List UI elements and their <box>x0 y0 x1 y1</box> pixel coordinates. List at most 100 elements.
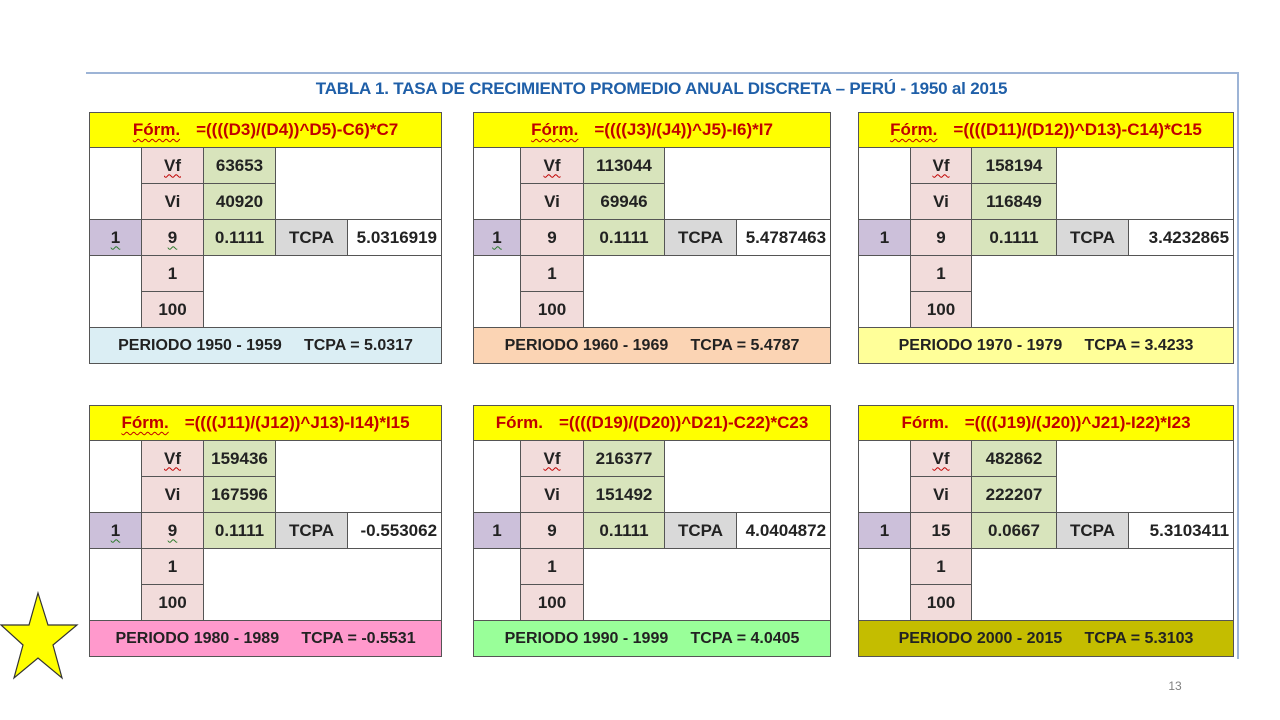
tcpa-label[interactable]: TCPA <box>664 512 737 549</box>
vi-label[interactable]: Vi <box>520 476 584 513</box>
n-value[interactable]: 1 <box>858 512 911 549</box>
hundred-value[interactable]: 100 <box>910 291 972 328</box>
period-summary[interactable]: PERIODO 1980 - 1989 TCPA = -0.5531 <box>88 620 443 657</box>
years-value[interactable]: 9 <box>141 512 204 549</box>
blank-cell[interactable] <box>202 548 443 621</box>
exponent-value[interactable]: 0.1111 <box>203 512 276 549</box>
vf-label[interactable]: Vf <box>910 147 972 184</box>
tcpa-value[interactable]: 5.3103411 <box>1127 512 1235 549</box>
blank-cell[interactable] <box>1055 147 1235 220</box>
years-value[interactable]: 15 <box>910 512 972 549</box>
years-value[interactable]: 9 <box>910 219 972 256</box>
years-value[interactable]: 9 <box>520 219 584 256</box>
tcpa-value[interactable]: 5.0316919 <box>346 219 443 256</box>
blank-cell[interactable] <box>663 440 832 513</box>
one-value[interactable]: 1 <box>520 255 584 292</box>
vi-value[interactable]: 69946 <box>583 183 665 220</box>
blank-cell[interactable] <box>858 255 911 328</box>
tcpa-label[interactable]: TCPA <box>275 219 348 256</box>
blank-cell[interactable] <box>970 548 1235 621</box>
vi-label[interactable]: Vi <box>910 476 972 513</box>
hundred-value[interactable]: 100 <box>141 291 204 328</box>
blank-cell[interactable] <box>473 440 521 513</box>
formula-cell[interactable]: Fórm. =((((J3)/(J4))^J5)-I6)*I7 <box>472 112 832 148</box>
period-summary[interactable]: PERIODO 2000 - 2015 TCPA = 5.3103 <box>857 620 1235 657</box>
blank-cell[interactable] <box>858 440 911 513</box>
blank-cell[interactable] <box>473 548 521 621</box>
formula-cell[interactable]: Fórm. =((((J11)/(J12))^J13)-I14)*I15 <box>88 405 443 441</box>
formula-cell[interactable]: Fórm. =((((D3)/(D4))^D5)-C6)*C7 <box>88 112 443 148</box>
vi-label[interactable]: Vi <box>910 183 972 220</box>
vi-value[interactable]: 40920 <box>203 183 276 220</box>
period-summary[interactable]: PERIODO 1960 - 1969 TCPA = 5.4787 <box>472 327 832 364</box>
vf-value[interactable]: 482862 <box>971 440 1057 477</box>
formula-cell[interactable]: Fórm. =((((J19)/(J20))^J21)-I22)*I23 <box>857 405 1235 441</box>
vf-label[interactable]: Vf <box>520 147 584 184</box>
vf-label[interactable]: Vf <box>141 147 204 184</box>
period-summary[interactable]: PERIODO 1970 - 1979 TCPA = 3.4233 <box>857 327 1235 364</box>
blank-cell[interactable] <box>663 147 832 220</box>
vf-value[interactable]: 63653 <box>203 147 276 184</box>
n-value[interactable]: 1 <box>473 219 521 256</box>
n-value[interactable]: 1 <box>858 219 911 256</box>
vi-label[interactable]: Vi <box>141 183 204 220</box>
one-value[interactable]: 1 <box>141 255 204 292</box>
vi-label[interactable]: Vi <box>520 183 584 220</box>
blank-cell[interactable] <box>89 548 142 621</box>
vi-value[interactable]: 151492 <box>583 476 665 513</box>
blank-cell[interactable] <box>858 548 911 621</box>
vf-label[interactable]: Vf <box>520 440 584 477</box>
exponent-value[interactable]: 0.0667 <box>971 512 1057 549</box>
period-summary[interactable]: PERIODO 1990 - 1999 TCPA = 4.0405 <box>472 620 832 657</box>
vi-value[interactable]: 222207 <box>971 476 1057 513</box>
vf-value[interactable]: 216377 <box>583 440 665 477</box>
one-value[interactable]: 1 <box>910 548 972 585</box>
tcpa-label[interactable]: TCPA <box>275 512 348 549</box>
tcpa-value[interactable]: 3.4232865 <box>1127 219 1235 256</box>
hundred-value[interactable]: 100 <box>910 584 972 621</box>
tcpa-value[interactable]: 4.0404872 <box>735 512 832 549</box>
one-value[interactable]: 1 <box>910 255 972 292</box>
vf-value[interactable]: 159436 <box>203 440 276 477</box>
blank-cell[interactable] <box>89 255 142 328</box>
blank-cell[interactable] <box>274 440 443 513</box>
one-value[interactable]: 1 <box>520 548 584 585</box>
blank-cell[interactable] <box>473 147 521 220</box>
blank-cell[interactable] <box>582 548 832 621</box>
tcpa-label[interactable]: TCPA <box>664 219 737 256</box>
n-value[interactable]: 1 <box>89 219 142 256</box>
blank-cell[interactable] <box>970 255 1235 328</box>
one-value[interactable]: 1 <box>141 548 204 585</box>
exponent-value[interactable]: 0.1111 <box>203 219 276 256</box>
vf-label[interactable]: Vf <box>910 440 972 477</box>
formula-cell[interactable]: Fórm. =((((D11)/(D12))^D13)-C14)*C15 <box>857 112 1235 148</box>
period-summary[interactable]: PERIODO 1950 - 1959 TCPA = 5.0317 <box>88 327 443 364</box>
blank-cell[interactable] <box>473 255 521 328</box>
years-value[interactable]: 9 <box>141 219 204 256</box>
vf-value[interactable]: 113044 <box>583 147 665 184</box>
years-value[interactable]: 9 <box>520 512 584 549</box>
vf-value[interactable]: 158194 <box>971 147 1057 184</box>
tcpa-label[interactable]: TCPA <box>1056 512 1129 549</box>
formula-cell[interactable]: Fórm. =((((D19)/(D20))^D21)-C22)*C23 <box>472 405 832 441</box>
blank-cell[interactable] <box>274 147 443 220</box>
blank-cell[interactable] <box>1055 440 1235 513</box>
tcpa-value[interactable]: 5.4787463 <box>735 219 832 256</box>
exponent-value[interactable]: 0.1111 <box>971 219 1057 256</box>
blank-cell[interactable] <box>202 255 443 328</box>
n-value[interactable]: 1 <box>473 512 521 549</box>
tcpa-label[interactable]: TCPA <box>1056 219 1129 256</box>
hundred-value[interactable]: 100 <box>520 584 584 621</box>
blank-cell[interactable] <box>89 440 142 513</box>
n-value[interactable]: 1 <box>89 512 142 549</box>
hundred-value[interactable]: 100 <box>520 291 584 328</box>
exponent-value[interactable]: 0.1111 <box>583 219 665 256</box>
vf-label[interactable]: Vf <box>141 440 204 477</box>
vi-value[interactable]: 167596 <box>203 476 276 513</box>
tcpa-value[interactable]: -0.553062 <box>346 512 443 549</box>
blank-cell[interactable] <box>89 147 142 220</box>
exponent-value[interactable]: 0.1111 <box>583 512 665 549</box>
blank-cell[interactable] <box>858 147 911 220</box>
vi-label[interactable]: Vi <box>141 476 204 513</box>
vi-value[interactable]: 116849 <box>971 183 1057 220</box>
